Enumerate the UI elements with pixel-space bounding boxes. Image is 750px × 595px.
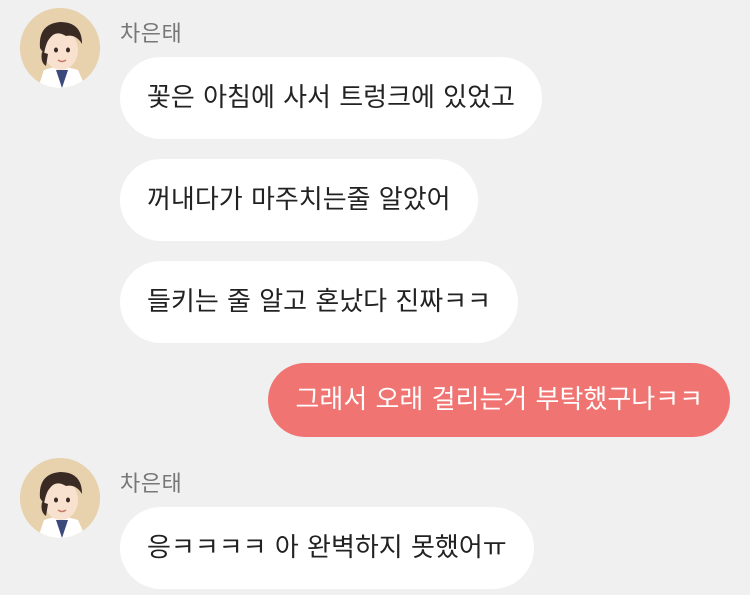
message-bubble[interactable]: 응ㅋㅋㅋㅋ 아 완벽하지 못했어ㅠ: [120, 507, 534, 589]
sender-name: 차은태: [120, 472, 183, 497]
avatar-image: [20, 8, 100, 88]
message-bubble[interactable]: 들키는 줄 알고 혼났다 진짜ㅋㅋ: [120, 261, 519, 343]
avatar-image: [20, 458, 100, 538]
message-bubble[interactable]: 꺼내다가 마주치는줄 알았어: [120, 159, 478, 241]
sender-avatar[interactable]: [20, 8, 100, 88]
sender-avatar[interactable]: [20, 458, 100, 538]
sender-name: 차은태: [120, 22, 183, 47]
my-message-bubble[interactable]: 그래서 오래 걸리는거 부탁했구나ㅋㅋ: [268, 363, 730, 437]
message-bubble[interactable]: 꽃은 아침에 사서 트렁크에 있었고: [120, 57, 542, 139]
